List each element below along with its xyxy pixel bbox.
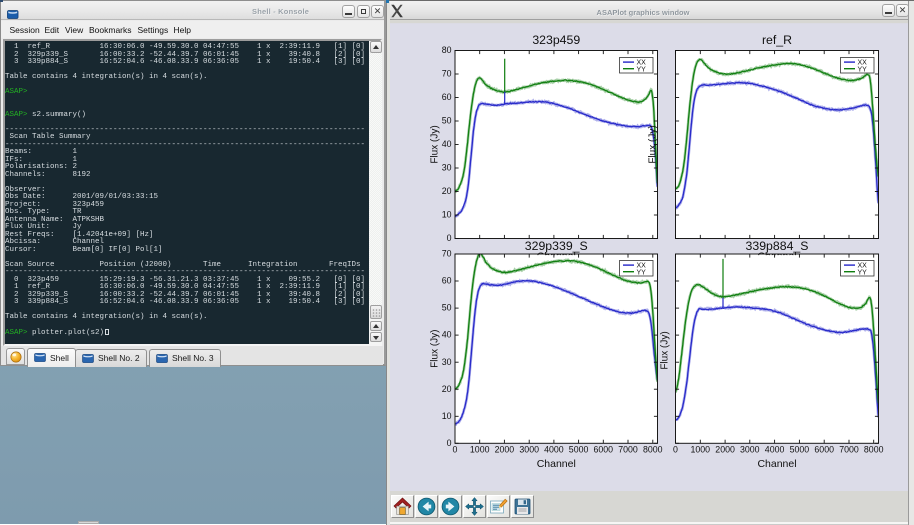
- svg-text:YY: YY: [637, 66, 647, 73]
- svg-text:20: 20: [442, 186, 452, 196]
- svg-text:60: 60: [442, 276, 452, 286]
- svg-text:6000: 6000: [594, 444, 614, 454]
- svg-text:30: 30: [442, 163, 452, 173]
- svg-text:4000: 4000: [544, 444, 564, 454]
- svg-text:1000: 1000: [691, 444, 711, 454]
- svg-text:7000: 7000: [839, 444, 859, 454]
- svg-text:3000: 3000: [519, 444, 539, 454]
- svg-text:0: 0: [447, 233, 452, 243]
- svg-text:Channel: Channel: [757, 458, 796, 470]
- svg-text:1000: 1000: [470, 444, 490, 454]
- svg-text:60: 60: [442, 92, 452, 102]
- svg-text:5000: 5000: [790, 444, 810, 454]
- svg-text:8000: 8000: [643, 444, 663, 454]
- svg-text:6000: 6000: [814, 444, 834, 454]
- svg-text:YY: YY: [637, 269, 647, 276]
- svg-text:80: 80: [442, 45, 452, 55]
- svg-text:0: 0: [453, 444, 458, 454]
- svg-text:YY: YY: [858, 66, 868, 73]
- svg-text:3000: 3000: [740, 444, 760, 454]
- svg-text:YY: YY: [858, 269, 868, 276]
- svg-text:10: 10: [442, 210, 452, 220]
- svg-text:0: 0: [673, 444, 678, 454]
- svg-text:70: 70: [442, 249, 452, 259]
- svg-text:2000: 2000: [715, 444, 735, 454]
- svg-text:Flux (Jy): Flux (Jy): [430, 329, 441, 367]
- svg-text:30: 30: [442, 357, 452, 367]
- svg-text:50: 50: [442, 116, 452, 126]
- svg-text:10: 10: [442, 411, 452, 421]
- svg-text:0: 0: [447, 438, 452, 448]
- svg-text:Flux (Jy): Flux (Jy): [430, 125, 441, 163]
- svg-text:Flux (Jy): Flux (Jy): [648, 125, 659, 163]
- svg-text:8000: 8000: [864, 444, 884, 454]
- svg-text:4000: 4000: [765, 444, 785, 454]
- svg-text:40: 40: [442, 139, 452, 149]
- svg-text:20: 20: [442, 384, 452, 394]
- svg-text:323p459: 323p459: [532, 33, 580, 47]
- svg-text:ref_R: ref_R: [762, 33, 792, 47]
- svg-text:40: 40: [442, 330, 452, 340]
- svg-text:2000: 2000: [495, 444, 515, 454]
- svg-text:Flux (Jy): Flux (Jy): [660, 331, 671, 369]
- svg-text:Channel: Channel: [537, 458, 576, 470]
- svg-text:5000: 5000: [569, 444, 589, 454]
- svg-text:7000: 7000: [618, 444, 638, 454]
- svg-text:70: 70: [442, 69, 452, 79]
- svg-text:50: 50: [442, 303, 452, 313]
